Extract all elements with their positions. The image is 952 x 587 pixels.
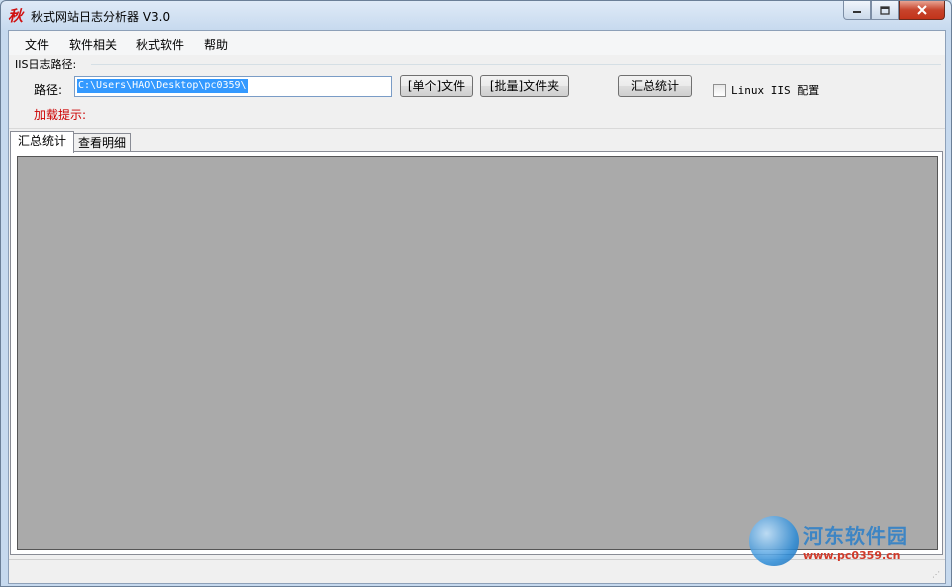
menu-software-related[interactable]: 软件相关 bbox=[69, 36, 117, 53]
watermark-name: 河东软件园 bbox=[803, 524, 908, 548]
client-area: 文件 软件相关 秋式软件 帮助 IIS日志路径: 路径: C:\Users\HA… bbox=[8, 30, 946, 584]
window-title: 秋式网站日志分析器 V3.0 bbox=[31, 10, 171, 24]
iis-log-path-group-label: IIS日志路径: bbox=[15, 58, 77, 71]
tab-details[interactable]: 查看明细 bbox=[73, 133, 131, 152]
caption-buttons bbox=[843, 1, 945, 21]
single-file-button[interactable]: [单个]文件 bbox=[400, 75, 473, 97]
menu-bar: 文件 软件相关 秋式软件 帮助 bbox=[9, 31, 945, 55]
watermark: 河东软件园 www.pc0359.cn bbox=[749, 516, 908, 566]
watermark-logo-icon bbox=[749, 516, 799, 566]
group-divider bbox=[91, 64, 941, 65]
path-input[interactable]: C:\Users\HAO\Desktop\pc0359\ bbox=[74, 76, 392, 97]
watermark-url: www.pc0359.cn bbox=[803, 549, 901, 562]
app-window: 秋 秋式网站日志分析器 V3.0 文件 软件相关 秋式软件 帮助 IIS日志路径… bbox=[0, 0, 952, 587]
app-logo-icon: 秋 bbox=[8, 7, 24, 25]
summary-stats-button[interactable]: 汇总统计 bbox=[618, 75, 692, 97]
watermark-text: 河东软件园 www.pc0359.cn bbox=[803, 520, 908, 562]
menu-file[interactable]: 文件 bbox=[25, 36, 49, 53]
minimize-button[interactable] bbox=[843, 1, 871, 20]
tab-summary[interactable]: 汇总统计 bbox=[10, 131, 74, 153]
resize-grip-icon[interactable]: ⋰ bbox=[932, 570, 942, 580]
maximize-icon bbox=[880, 5, 890, 15]
menu-help[interactable]: 帮助 bbox=[204, 36, 228, 53]
batch-folder-button[interactable]: [批量]文件夹 bbox=[480, 75, 569, 97]
close-icon bbox=[917, 5, 927, 15]
linux-iis-checkbox[interactable] bbox=[713, 83, 726, 97]
menu-qiushi-software[interactable]: 秋式软件 bbox=[136, 36, 184, 53]
minimize-icon bbox=[853, 11, 861, 13]
close-button[interactable] bbox=[899, 1, 945, 20]
linux-iis-checkbox-label: Linux IIS 配置 bbox=[731, 84, 820, 97]
linux-iis-config-option[interactable]: Linux IIS 配置 bbox=[713, 82, 819, 98]
load-hint-label: 加载提示: bbox=[34, 108, 87, 122]
path-input-value: C:\Users\HAO\Desktop\pc0359\ bbox=[77, 79, 248, 93]
data-grid[interactable] bbox=[17, 156, 938, 550]
title-bar[interactable]: 秋 秋式网站日志分析器 V3.0 bbox=[1, 1, 951, 29]
path-label: 路径: bbox=[34, 83, 63, 97]
section-separator bbox=[9, 128, 945, 129]
tab-page-summary bbox=[10, 151, 943, 555]
maximize-button[interactable] bbox=[871, 1, 899, 20]
